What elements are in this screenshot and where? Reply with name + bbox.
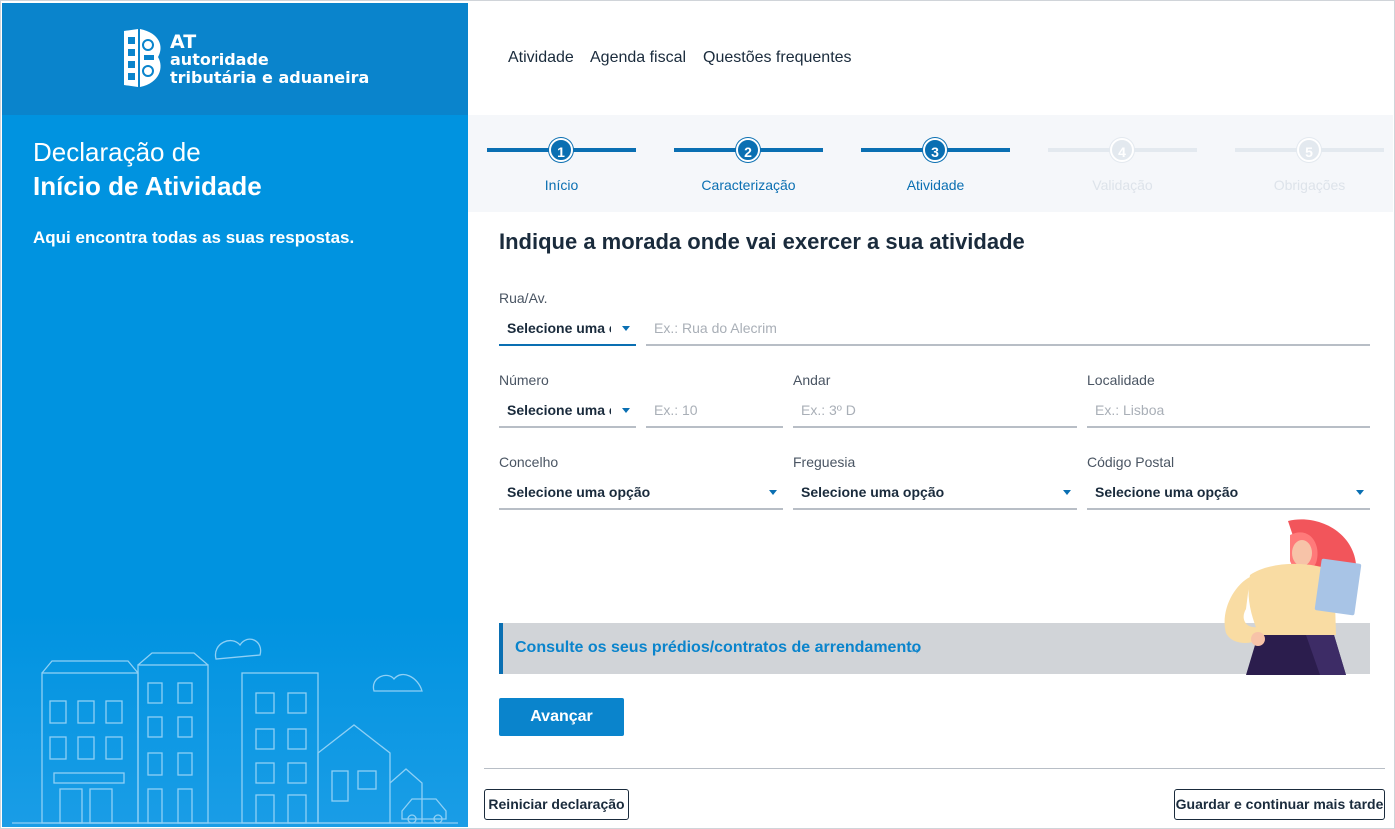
rua-type-value: Selecione uma c [507,320,611,336]
localidade-placeholder: Ex.: Lisboa [1095,402,1165,418]
logo-line-1: autoridade [170,50,269,69]
codigo-postal-label: Código Postal [1087,454,1175,470]
rua-input[interactable]: Ex.: Rua do Alecrim [646,312,1370,346]
localidade-input[interactable]: Ex.: Lisboa [1087,394,1370,428]
step-label: Validação [1092,177,1153,193]
concelho-select[interactable]: Selecione uma opção [499,476,783,510]
nav-link-atividade[interactable]: Atividade [508,49,574,67]
chevron-down-icon [769,490,777,495]
numero-type-select[interactable]: Selecione uma c [499,394,636,428]
freguesia-label: Freguesia [793,454,856,470]
step-label: Obrigações [1273,177,1346,193]
step-number: 3 [923,138,947,162]
rua-type-select[interactable]: Selecione uma c [499,312,636,346]
andar-label: Andar [793,372,831,388]
localidade-label: Localidade [1087,372,1155,388]
step-label: Início [544,177,579,193]
step-validacao: 4 Validação [1029,115,1216,212]
step-label: Atividade [906,177,965,193]
form-heading: Indique a morada onde vai exercer a sua … [499,229,1025,254]
step-number: 1 [549,138,573,162]
rua-placeholder: Ex.: Rua do Alecrim [654,320,777,336]
guardar-continuar-button[interactable]: Guardar e continuar mais tarde [1174,789,1385,820]
freguesia-select[interactable]: Selecione uma opção [793,476,1077,510]
step-label: Caracterização [701,177,796,193]
step-inicio[interactable]: 1 Início [468,115,655,212]
logo-line-2: tributária e aduaneira [170,68,370,87]
step-number: 2 [736,138,760,162]
avancar-button[interactable]: Avançar [499,698,624,736]
city-illustration [2,613,468,827]
city-skyline-icon [12,638,458,824]
at-logo[interactable]: AT autoridade tributária e aduaneira [120,27,369,93]
step-atividade[interactable]: 3 Atividade [842,115,1029,212]
concelho-value: Selecione uma opção [507,484,651,500]
concelho-label: Concelho [499,454,559,470]
progress-stepper: 1 Início 2 Caracterização 3 Atividade 4 … [468,115,1393,212]
banner-text: Consulte os seus prédios/contratos de ar… [515,639,922,656]
step-caracterizacao[interactable]: 2 Caracterização [655,115,842,212]
numero-input[interactable]: Ex.: 10 [646,394,783,428]
arrow-right-icon: → [905,638,923,658]
footer-divider [484,768,1385,769]
sidebar-title-bold: Início de Atividade [33,171,262,201]
top-navigation: Atividade Agenda fiscal Questões frequen… [468,3,1393,115]
sidebar-subtitle: Aqui encontra todas as suas respostas. [33,228,355,247]
numero-label: Número [499,372,549,388]
step-number: 4 [1110,138,1134,162]
codigo-postal-value: Selecione uma opção [1095,484,1239,500]
chevron-down-icon [1063,490,1071,495]
andar-placeholder: Ex.: 3º D [801,402,856,418]
woman-illustration [1224,519,1362,675]
numero-placeholder: Ex.: 10 [654,402,698,418]
numero-type-value: Selecione uma c [507,402,611,418]
rua-label: Rua/Av. [499,290,548,306]
andar-input[interactable]: Ex.: 3º D [793,394,1077,428]
chevron-down-icon [622,408,630,413]
nav-link-agenda-fiscal[interactable]: Agenda fiscal [590,49,686,67]
chevron-down-icon [622,326,630,331]
reiniciar-declaracao-button[interactable]: Reiniciar declaração [484,789,629,820]
nav-link-questoes-frequentes[interactable]: Questões frequentes [703,49,852,67]
brand-header: AT autoridade tributária e aduaneira [2,3,468,115]
step-number: 5 [1297,138,1321,162]
sidebar: AT autoridade tributária e aduaneira Dec… [2,3,468,827]
chevron-down-icon [1356,490,1364,495]
sidebar-title-light: Declaração de [33,137,201,167]
codigo-postal-select[interactable]: Selecione uma opção [1087,476,1370,510]
at-emblem-icon [124,29,161,87]
logo-at-text: AT [170,31,197,53]
step-obrigacoes: 5 Obrigações [1216,115,1395,212]
freguesia-value: Selecione uma opção [801,484,945,500]
